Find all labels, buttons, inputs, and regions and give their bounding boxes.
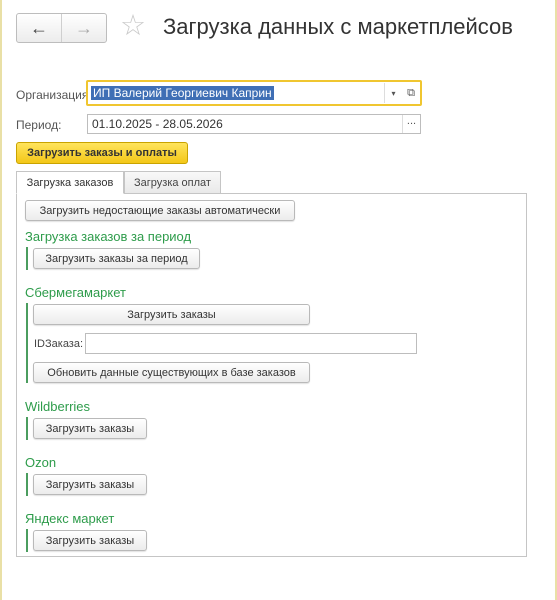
- organization-field[interactable]: ИП Валерий Георгиевич Каприн ▾ ⧉: [86, 80, 422, 106]
- arrow-left-icon: ←: [30, 17, 48, 38]
- tab-orders[interactable]: Загрузка заказов: [16, 171, 124, 194]
- period-field[interactable]: 01.10.2025 - 28.05.2026 ...: [87, 114, 421, 134]
- page-title: Загрузка данных с маркетплейсов: [163, 14, 513, 39]
- wildberries-section-title: Wildberries: [25, 399, 91, 414]
- ozon-load-orders-button[interactable]: Загрузить заказы: [33, 474, 147, 495]
- dropdown-arrow-icon[interactable]: ▾: [384, 83, 402, 103]
- back-button[interactable]: ←: [17, 14, 61, 42]
- wildberries-load-orders-button[interactable]: Загрузить заказы: [33, 418, 147, 439]
- period-section-title: Загрузка заказов за период: [25, 229, 192, 244]
- yandex-section-title: Яндекс маркет: [25, 511, 115, 526]
- load-orders-and-payments-button[interactable]: Загрузить заказы и оплаты: [16, 142, 188, 164]
- arrow-right-icon: →: [75, 17, 93, 38]
- period-value: 01.10.2025 - 28.05.2026: [92, 117, 223, 131]
- favorite-star-icon[interactable]: ☆: [120, 12, 146, 41]
- forward-button[interactable]: →: [61, 14, 106, 42]
- period-section-bar: [26, 247, 28, 270]
- yandex-load-orders-button[interactable]: Загрузить заказы: [33, 530, 147, 551]
- period-label: Период:: [16, 118, 62, 132]
- order-id-input[interactable]: [85, 333, 417, 354]
- order-id-label: IDЗаказа:: [34, 338, 84, 350]
- window-edge-left: [0, 0, 2, 600]
- auto-load-missing-orders-button[interactable]: Загрузить недостающие заказы автоматичес…: [25, 200, 295, 221]
- tab-payments[interactable]: Загрузка оплат: [124, 171, 221, 194]
- ozon-section-title: Ozon: [25, 455, 57, 470]
- ozon-section-bar: [26, 473, 28, 496]
- open-icon[interactable]: ⧉: [403, 83, 419, 103]
- sber-section-title: Сбермегамаркет: [25, 285, 126, 300]
- organization-value: ИП Валерий Георгиевич Каприн: [91, 86, 274, 100]
- update-existing-orders-button[interactable]: Обновить данные существующих в базе зака…: [33, 362, 310, 383]
- organization-label: Организация:: [16, 88, 92, 102]
- load-orders-for-period-button[interactable]: Загрузить заказы за период: [33, 248, 200, 269]
- wildberries-section-bar: [26, 417, 28, 440]
- sber-load-orders-button[interactable]: Загрузить заказы: [33, 304, 310, 325]
- navigation-buttons: ← →: [16, 13, 107, 43]
- period-select-button[interactable]: ...: [402, 115, 420, 133]
- yandex-section-bar: [26, 529, 28, 552]
- sber-section-bar: [26, 303, 28, 383]
